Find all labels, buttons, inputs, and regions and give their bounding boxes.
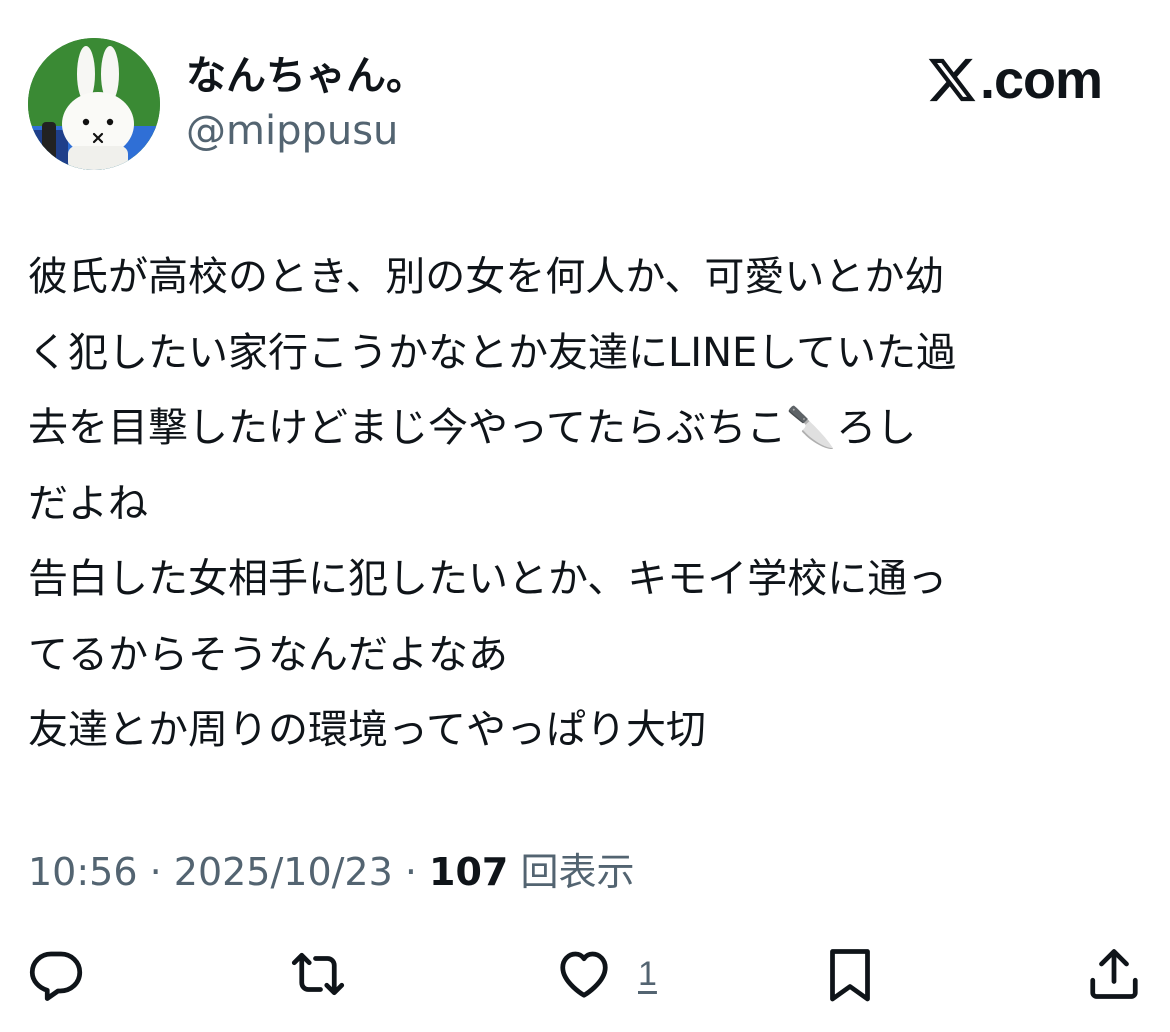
- tweet-time[interactable]: 10:56: [28, 850, 138, 894]
- tweet-text-line: 去を目撃したけどまじ今やってたらぶちこ🔪ろし: [28, 405, 917, 451]
- tweet-text: 彼氏が高校のとき、別の女を何人か、可愛いとか幼 く犯したい家行こうかなとか友達に…: [28, 240, 1144, 769]
- retweet-icon: [291, 952, 345, 996]
- display-name[interactable]: なんちゃん。: [186, 52, 426, 100]
- brand-logo: .com: [926, 50, 1103, 110]
- tweet-date[interactable]: 2025/10/23: [174, 850, 393, 894]
- tweet-card: なんちゃん。 @mippusu .com 彼氏が高校のとき、別の女を何人か、可愛…: [0, 0, 1170, 1032]
- tweet-meta: 10:56 · 2025/10/23 · 107 回表示: [28, 846, 634, 898]
- x-logo-icon: [928, 58, 976, 102]
- bookmark-icon: [830, 949, 870, 1002]
- reply-button[interactable]: [26, 942, 86, 1006]
- tweet-text-line: 友達とか周りの環境ってやっぱり大切: [28, 707, 706, 753]
- tweet-text-line: く犯したい家行こうかなとか友達にLINEしていた過: [28, 329, 957, 376]
- share-button[interactable]: [1084, 942, 1144, 1006]
- user-handle[interactable]: @mippusu: [186, 107, 398, 155]
- miffy-avatar-icon: [28, 38, 160, 170]
- views-count: 107: [429, 850, 509, 894]
- heart-icon: [560, 951, 608, 998]
- meta-separator: ·: [392, 850, 430, 894]
- bookmark-button[interactable]: [820, 942, 880, 1006]
- like-button[interactable]: 1: [554, 942, 657, 1006]
- tweet-text-line: 彼氏が高校のとき、別の女を何人か、可愛いとか幼: [28, 254, 945, 300]
- avatar[interactable]: [28, 38, 160, 170]
- brand-text: .com: [979, 50, 1103, 110]
- tweet-text-line: てるからそうなんだよなあ: [28, 631, 508, 678]
- like-count[interactable]: 1: [638, 955, 657, 994]
- reply-icon: [29, 951, 83, 1001]
- share-icon: [1090, 949, 1138, 999]
- views-label: 回表示: [520, 850, 635, 894]
- tweet-text-line: 告白した女相手に犯したいとか、キモイ学校に通っ: [28, 556, 948, 602]
- meta-separator: ·: [137, 850, 174, 894]
- tweet-text-line: だよね: [28, 480, 148, 527]
- retweet-button[interactable]: [288, 942, 348, 1006]
